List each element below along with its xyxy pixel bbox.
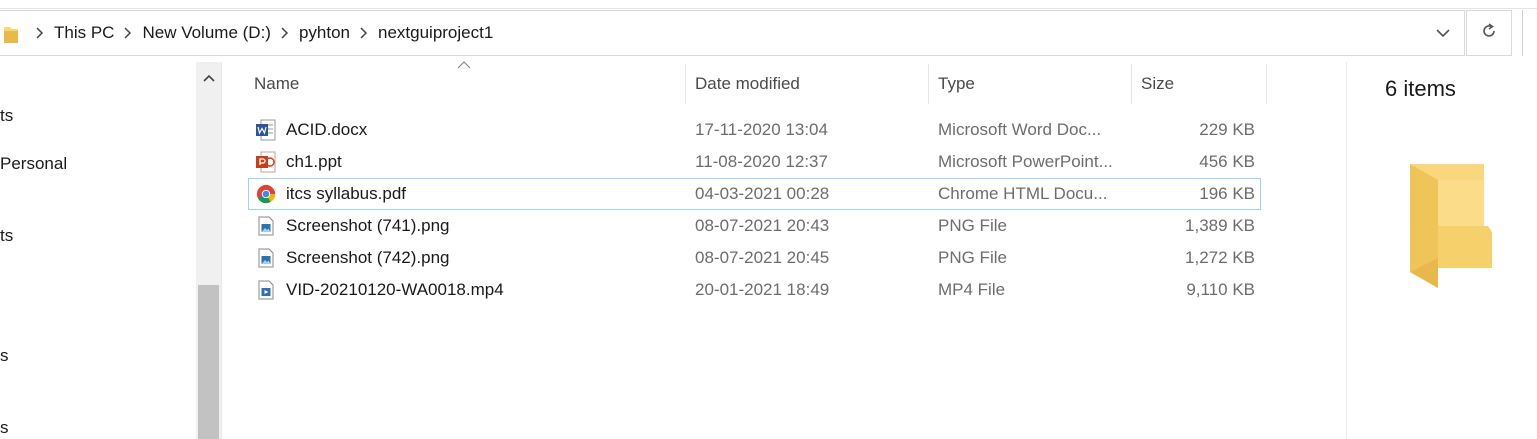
folder-icon — [4, 24, 18, 43]
title-strip — [0, 0, 1537, 9]
date-modified-cell: 17-11-2020 13:04 — [695, 120, 828, 139]
nav-item[interactable]: ts — [0, 226, 13, 246]
file-name: Screenshot (742).png — [286, 248, 450, 267]
file-name-cell[interactable]: VID-20210120-WA0018.mp4 — [256, 274, 686, 306]
file-name: ACID.docx — [286, 120, 368, 139]
column-divider[interactable] — [1266, 64, 1267, 104]
file-size-cell: 229 KB — [1199, 120, 1255, 139]
column-divider[interactable] — [928, 64, 929, 104]
file-name-cell[interactable]: Screenshot (741).png — [256, 210, 686, 242]
search-box-edge — [1522, 10, 1523, 56]
file-name-cell[interactable]: Screenshot (742).png — [256, 242, 686, 274]
nav-scrollbar-thumb[interactable] — [198, 285, 219, 439]
file-type-cell: Chrome HTML Docu... — [938, 184, 1108, 203]
column-divider[interactable] — [1131, 64, 1132, 104]
file-name: ch1.ppt — [286, 152, 342, 171]
chevron-down-icon[interactable] — [1422, 11, 1464, 55]
nav-item[interactable]: Personal — [0, 154, 67, 174]
file-row[interactable]: Screenshot (742).png 08-07-2021 20:45 PN… — [248, 242, 1261, 274]
navigation-pane: ts Personal ts s s — [0, 62, 222, 439]
column-header-name[interactable]: Name — [254, 64, 684, 104]
breadcrumb-pyhton[interactable]: pyhton — [297, 21, 352, 45]
nav-item[interactable]: ts — [0, 106, 13, 126]
file-row[interactable]: ACID.docx 17-11-2020 13:04 Microsoft Wor… — [248, 114, 1261, 146]
chevron-right-icon[interactable] — [124, 27, 132, 39]
details-pane-divider[interactable] — [1346, 62, 1347, 439]
item-count: 6 items — [1385, 76, 1456, 101]
chevron-right-icon[interactable] — [281, 27, 289, 39]
file-type-cell: Microsoft Word Doc... — [938, 120, 1102, 139]
file-name-cell[interactable]: ACID.docx — [256, 114, 686, 146]
nav-item[interactable]: s — [0, 418, 9, 438]
refresh-button[interactable] — [1466, 10, 1512, 56]
file-name: itcs syllabus.pdf — [286, 184, 406, 203]
video-file-icon — [256, 279, 276, 301]
file-row-selected[interactable]: itcs syllabus.pdf 04-03-2021 00:28 Chrom… — [248, 178, 1261, 210]
nav-item[interactable]: s — [0, 346, 9, 366]
date-modified-cell: 11-08-2020 12:37 — [695, 152, 828, 171]
breadcrumb-this-pc[interactable]: This PC — [52, 21, 116, 45]
file-name: VID-20210120-WA0018.mp4 — [286, 280, 504, 299]
file-type-cell: Microsoft PowerPoint... — [938, 152, 1113, 171]
chevron-right-icon[interactable] — [36, 27, 44, 39]
refresh-icon — [1480, 22, 1498, 45]
file-size-cell: 456 KB — [1199, 152, 1255, 171]
file-size-cell: 196 KB — [1199, 184, 1255, 203]
address-bar[interactable]: This PC New Volume (D:) pyhton nextguipr… — [0, 10, 1465, 56]
column-header-size[interactable]: Size — [1141, 64, 1266, 104]
scroll-up-icon[interactable] — [196, 64, 221, 92]
file-name-cell[interactable]: ch1.ppt — [256, 146, 686, 178]
date-modified-cell: 08-07-2021 20:43 — [695, 216, 830, 235]
word-doc-icon — [256, 119, 276, 141]
file-name-cell[interactable]: itcs syllabus.pdf — [256, 178, 686, 210]
date-modified-cell: 20-01-2021 18:49 — [695, 280, 830, 299]
column-header-date-modified[interactable]: Date modified — [695, 64, 925, 104]
column-header-type[interactable]: Type — [938, 64, 1128, 104]
file-size-cell: 1,389 KB — [1185, 216, 1255, 235]
file-row[interactable]: VID-20210120-WA0018.mp4 20-01-2021 18:49… — [248, 274, 1261, 306]
pane-divider — [221, 62, 222, 439]
column-divider[interactable] — [685, 64, 686, 104]
file-row[interactable]: Screenshot (741).png 08-07-2021 20:43 PN… — [248, 210, 1261, 242]
file-size-cell: 1,272 KB — [1185, 248, 1255, 267]
chrome-icon — [256, 183, 276, 205]
date-modified-cell: 08-07-2021 20:45 — [695, 248, 830, 267]
folder-icon — [1410, 164, 1492, 288]
breadcrumb-new-volume[interactable]: New Volume (D:) — [140, 21, 272, 45]
date-modified-cell: 04-03-2021 00:28 — [695, 184, 830, 203]
file-size-cell: 9,110 KB — [1186, 280, 1255, 299]
image-file-icon — [256, 247, 276, 269]
file-type-cell: MP4 File — [938, 280, 1006, 299]
file-row[interactable]: ch1.ppt 11-08-2020 12:37 Microsoft Power… — [248, 146, 1261, 178]
powerpoint-icon — [256, 151, 276, 173]
file-type-cell: PNG File — [938, 248, 1007, 267]
image-file-icon — [256, 215, 276, 237]
file-type-cell: PNG File — [938, 216, 1007, 235]
file-name: Screenshot (741).png — [286, 216, 450, 235]
chevron-right-icon[interactable] — [360, 27, 368, 39]
file-explorer-window: This PC New Volume (D:) pyhton nextguipr… — [0, 0, 1537, 439]
breadcrumb-nextguiproject1[interactable]: nextguiproject1 — [376, 21, 495, 45]
